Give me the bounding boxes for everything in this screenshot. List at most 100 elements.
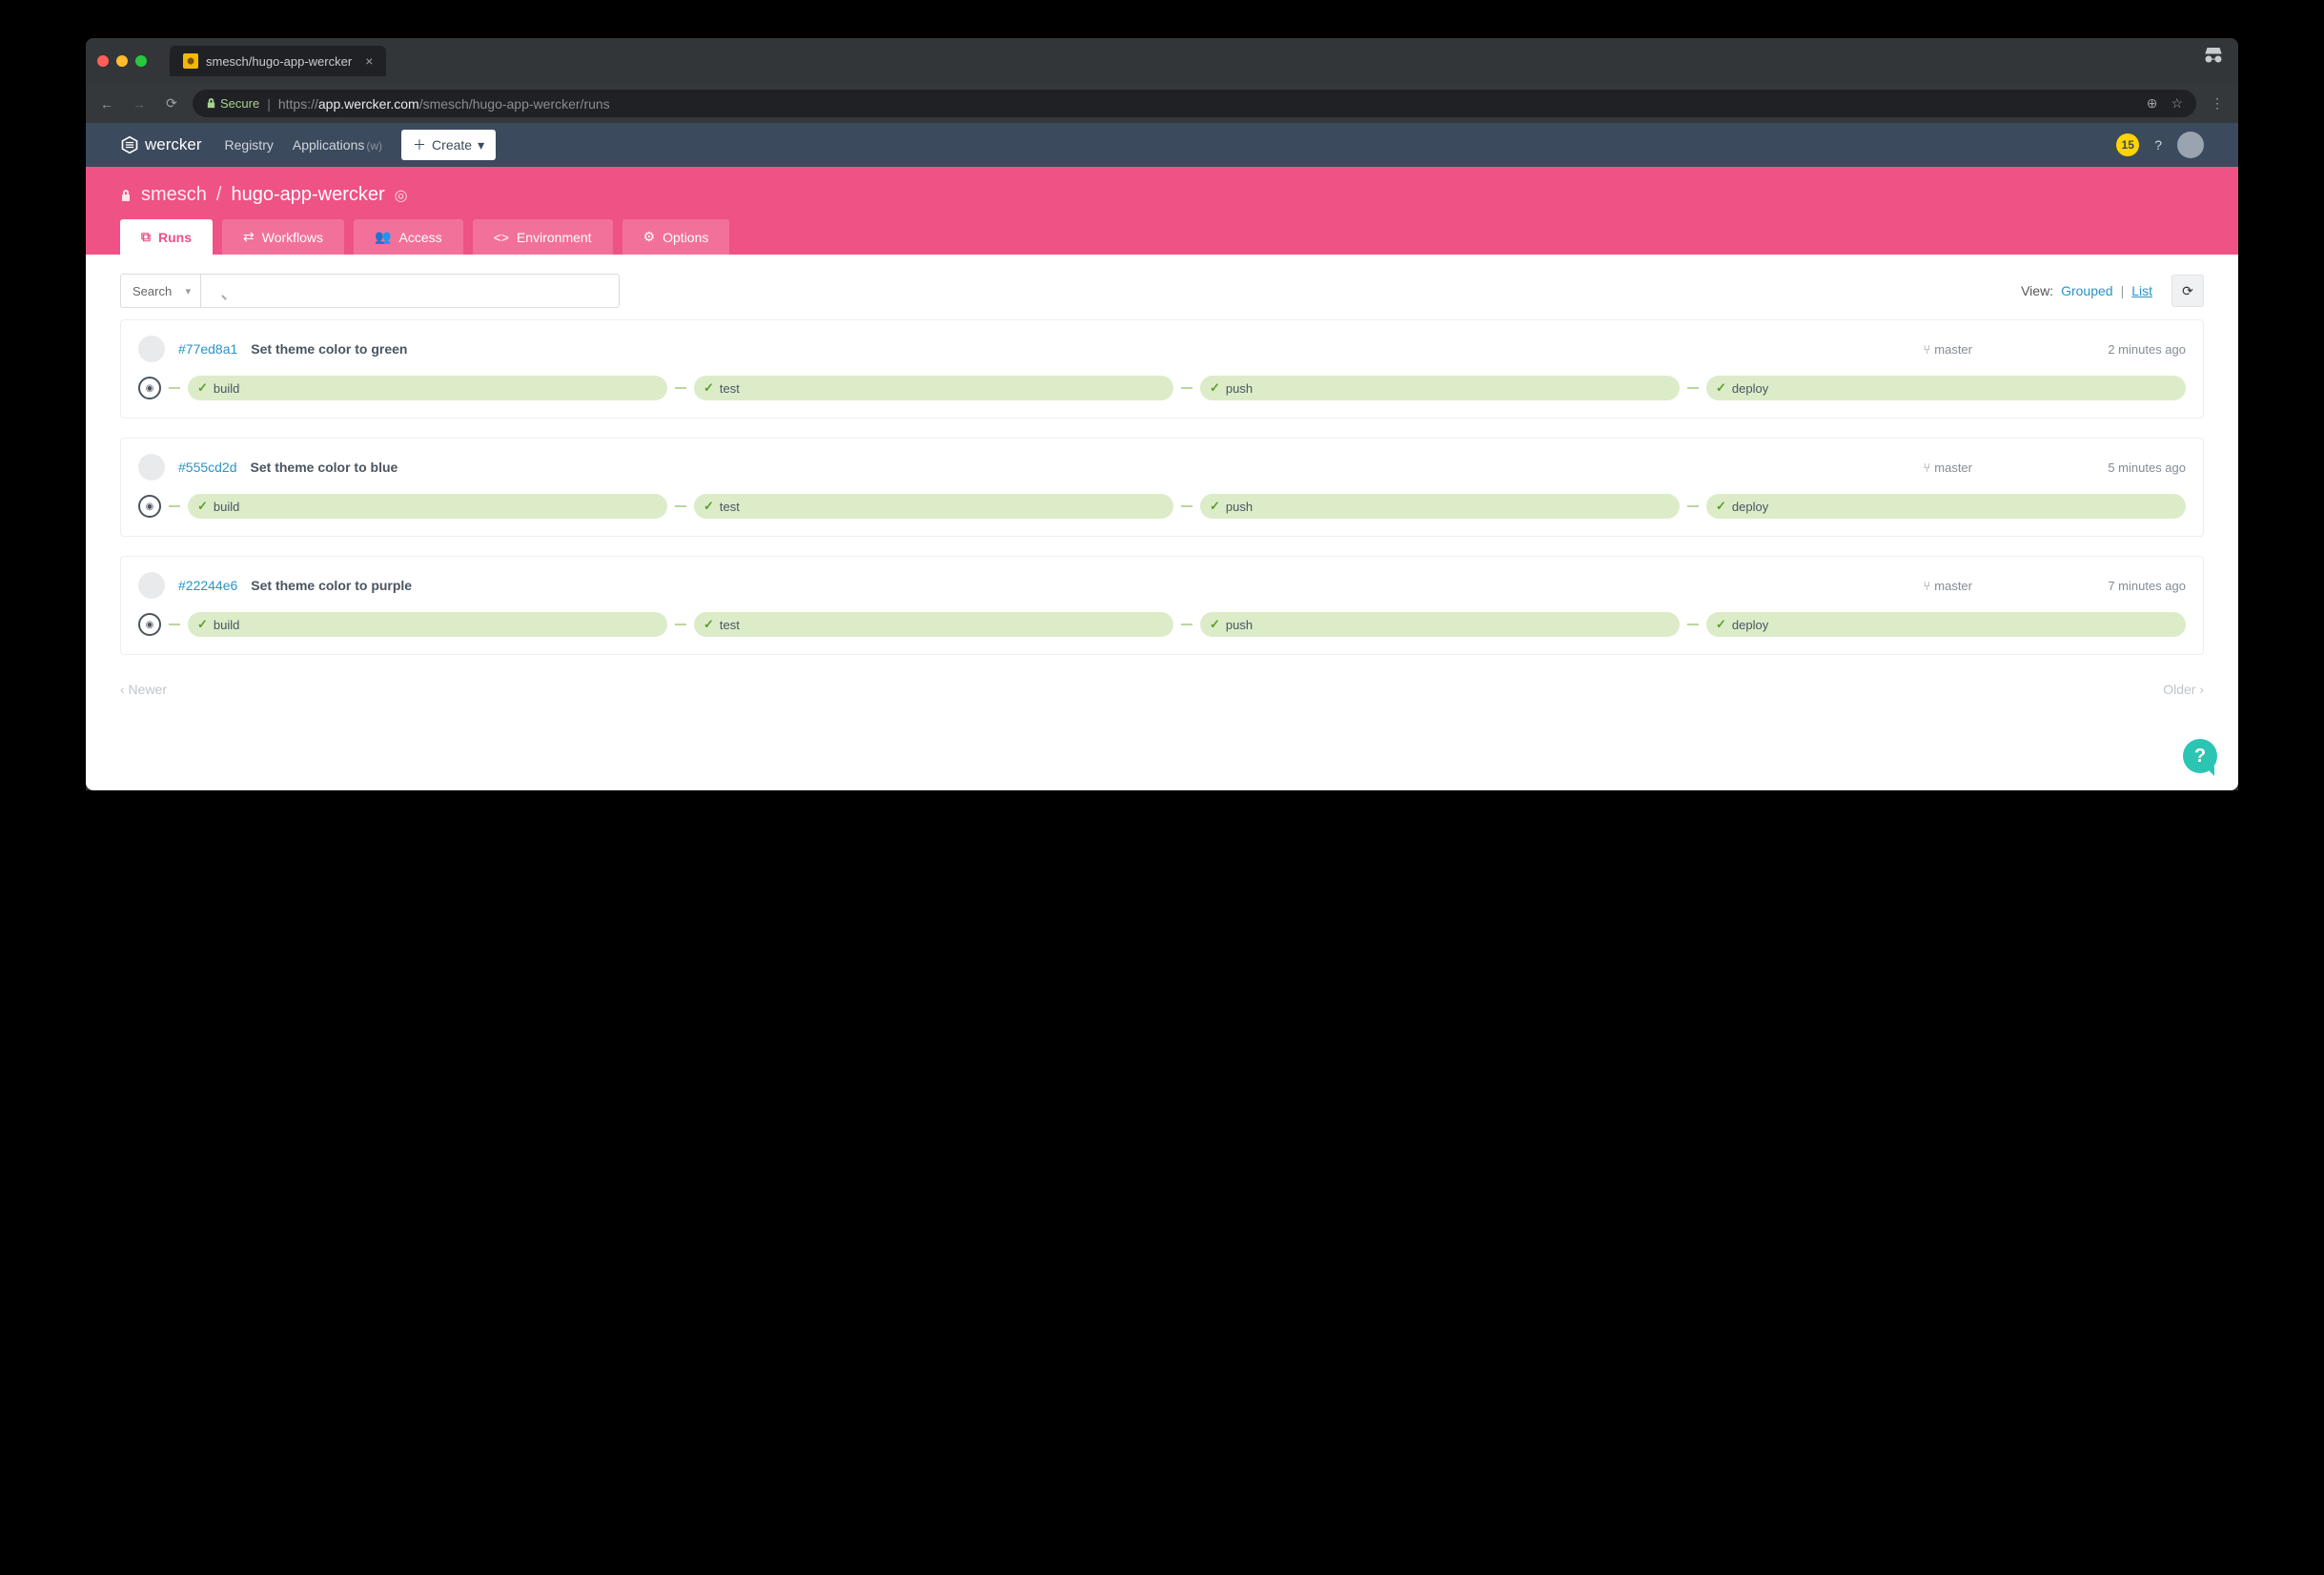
branch-icon: ⑂ — [1923, 460, 1930, 475]
run-message: Set theme color to purple — [251, 578, 412, 593]
url-bookmark-icon[interactable]: ☆ — [2171, 95, 2183, 112]
window-controls — [97, 55, 147, 67]
check-icon: ✓ — [197, 499, 208, 514]
check-icon: ✓ — [703, 617, 714, 632]
tab-close-icon[interactable]: × — [365, 53, 373, 69]
pipeline-step[interactable]: ✓build — [188, 612, 667, 637]
subtabs: ⧉ Runs ⇄ Workflows 👥 Access <> Environme… — [120, 219, 2204, 255]
pipeline-step[interactable]: ✓build — [188, 376, 667, 400]
nav-reload-icon[interactable]: ⟳ — [160, 95, 183, 112]
nav-registry[interactable]: Registry — [225, 137, 274, 153]
brand-logo[interactable]: wercker — [120, 135, 202, 154]
check-icon: ✓ — [197, 617, 208, 632]
nav-forward-icon: → — [128, 96, 151, 112]
pipeline-step[interactable]: ✓build — [188, 494, 667, 519]
origin-icon: ◉ — [138, 613, 161, 636]
branch-icon: ⑂ — [1923, 579, 1930, 593]
tab-options[interactable]: ⚙ Options — [622, 219, 730, 255]
pipeline-step[interactable]: ✓test — [694, 494, 1173, 519]
check-icon: ✓ — [1210, 499, 1220, 514]
create-button[interactable]: ＋ Create ▾ — [401, 130, 496, 160]
tab-workflows[interactable]: ⇄ Workflows — [222, 219, 344, 255]
pipeline-step[interactable]: ✓deploy — [1706, 612, 2186, 637]
pipeline-step[interactable]: ✓deploy — [1706, 376, 2186, 400]
tab-environment[interactable]: <> Environment — [473, 219, 613, 255]
secure-badge: Secure — [206, 96, 259, 111]
run-branch: ⑂master — [1923, 460, 1972, 475]
notification-badge[interactable]: 15 — [2116, 133, 2139, 156]
pipeline-step[interactable]: ✓push — [1200, 376, 1680, 400]
tab-favicon-icon: ⬢ — [183, 53, 198, 69]
browser-window: ⬢ smesch/hugo-app-wercker × ← → ⟳ Secure… — [86, 38, 2238, 790]
pipeline: ◉ ✓build ✓test ✓push ✓deploy — [138, 612, 2186, 637]
view-list[interactable]: List — [2131, 283, 2152, 298]
window-close-icon[interactable] — [97, 55, 109, 67]
run-card[interactable]: #22244e6 Set theme color to purple ⑂mast… — [120, 556, 2204, 655]
options-icon: ⚙ — [643, 229, 656, 245]
check-icon: ✓ — [1716, 380, 1726, 396]
tab-runs[interactable]: ⧉ Runs — [120, 219, 213, 255]
url-text: https://app.wercker.com/smesch/hugo-app-… — [278, 96, 610, 112]
origin-icon: ◉ — [138, 495, 161, 518]
url-field[interactable]: Secure | https://app.wercker.com/smesch/… — [193, 90, 2196, 117]
user-avatar[interactable] — [2177, 132, 2204, 158]
refresh-button[interactable]: ⟳ — [2171, 275, 2204, 307]
breadcrumb-app[interactable]: hugo-app-wercker — [231, 184, 384, 206]
nav-back-icon[interactable]: ← — [95, 96, 118, 112]
run-card[interactable]: #555cd2d Set theme color to blue ⑂master… — [120, 438, 2204, 537]
browser-menu-icon[interactable]: ⋮ — [2206, 95, 2229, 112]
pipeline-step[interactable]: ✓test — [694, 612, 1173, 637]
run-branch: ⑂master — [1923, 579, 1972, 593]
check-icon: ✓ — [1210, 380, 1220, 396]
run-time: 5 minutes ago — [2043, 460, 2186, 475]
check-icon: ✓ — [197, 380, 208, 396]
titlebar: ⬢ smesch/hugo-app-wercker × — [86, 38, 2238, 84]
pipeline-step[interactable]: ✓deploy — [1706, 494, 2186, 519]
window-minimize-icon[interactable] — [116, 55, 128, 67]
url-zoom-icon[interactable]: ⊕ — [2147, 95, 2158, 112]
run-time: 7 minutes ago — [2043, 579, 2186, 593]
run-branch: ⑂master — [1923, 342, 1972, 357]
window-maximize-icon[interactable] — [135, 55, 147, 67]
view-grouped[interactable]: Grouped — [2061, 283, 2112, 298]
breadcrumb-sep: / — [216, 184, 222, 206]
browser-tab[interactable]: ⬢ smesch/hugo-app-wercker × — [170, 46, 386, 76]
tab-title: smesch/hugo-app-wercker — [206, 54, 352, 69]
pager-newer[interactable]: ‹ Newer — [120, 682, 167, 697]
help-icon[interactable]: ? — [2154, 137, 2162, 153]
pipeline-step[interactable]: ✓push — [1200, 494, 1680, 519]
support-chat-button[interactable]: ? — [2183, 739, 2217, 773]
search-mode-select[interactable]: Search — [120, 274, 200, 308]
check-icon: ✓ — [1716, 617, 1726, 632]
nav-applications[interactable]: Applications(w) — [293, 137, 382, 153]
workflows-icon: ⇄ — [243, 229, 255, 245]
run-hash[interactable]: #22244e6 — [178, 578, 237, 593]
search-input[interactable] — [200, 274, 620, 308]
pager-older[interactable]: Older › — [2163, 682, 2204, 697]
breadcrumb-owner[interactable]: smesch — [141, 184, 207, 206]
page-content: wercker Registry Applications(w) ＋ Creat… — [86, 123, 2238, 790]
run-message: Set theme color to green — [251, 341, 407, 357]
run-list: #77ed8a1 Set theme color to green ⑂maste… — [86, 308, 2238, 666]
commit-avatar — [138, 572, 165, 599]
pipeline-step[interactable]: ✓test — [694, 376, 1173, 400]
app-topnav: wercker Registry Applications(w) ＋ Creat… — [86, 123, 2238, 167]
target-icon: ◎ — [395, 186, 408, 205]
addressbar: ← → ⟳ Secure | https://app.wercker.com/s… — [86, 84, 2238, 123]
run-hash[interactable]: #555cd2d — [178, 460, 237, 475]
pipeline-step[interactable]: ✓push — [1200, 612, 1680, 637]
access-icon: 👥 — [375, 229, 391, 245]
check-icon: ✓ — [1716, 499, 1726, 514]
origin-icon: ◉ — [138, 377, 161, 399]
run-card[interactable]: #77ed8a1 Set theme color to green ⑂maste… — [120, 319, 2204, 419]
commit-avatar — [138, 454, 165, 481]
wercker-logo-icon — [120, 135, 139, 154]
environment-icon: <> — [494, 230, 509, 245]
toolbar: Search View: Grouped | List ⟳ — [86, 255, 2238, 308]
check-icon: ✓ — [703, 380, 714, 396]
run-hash[interactable]: #77ed8a1 — [178, 341, 237, 357]
view-label: View: — [2021, 283, 2053, 298]
tab-access[interactable]: 👥 Access — [354, 219, 463, 255]
branch-icon: ⑂ — [1923, 342, 1930, 357]
secure-label: Secure — [220, 96, 259, 111]
